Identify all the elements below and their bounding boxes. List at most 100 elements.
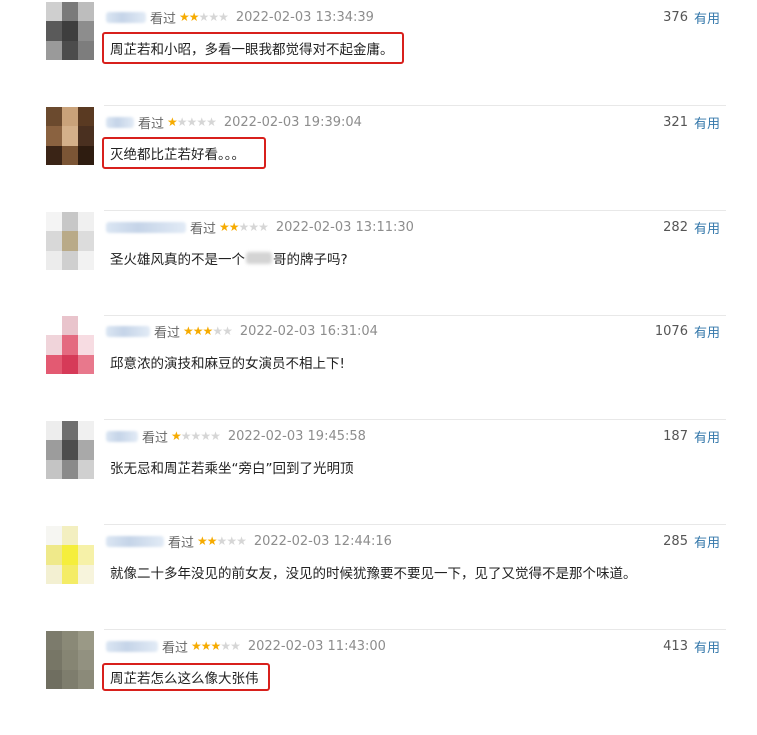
- username-blurred[interactable]: [106, 116, 134, 128]
- comment-text-part: 圣火雄风真的不是一个: [110, 252, 245, 268]
- star-filled-icon: ★: [179, 10, 190, 24]
- review-time: 2022-02-03 13:34:39: [235, 9, 374, 25]
- star-empty-icon: ★: [238, 220, 250, 234]
- review-meta: 看过 ★ ★ ★ ★ ★ 2022-02-03 19:45:58: [106, 427, 366, 446]
- review-meta: 看过 ★ ★ ★ ★ ★ 2022-02-03 11:43:00: [106, 637, 386, 656]
- star-empty-icon: ★: [208, 10, 219, 24]
- star-empty-icon: ★: [216, 534, 228, 548]
- star-filled-icon: ★: [191, 639, 202, 653]
- username-blurred[interactable]: [106, 430, 138, 442]
- rating-stars: ★ ★ ★ ★ ★: [197, 534, 247, 548]
- star-empty-icon: ★: [212, 324, 223, 338]
- star-filled-icon: ★: [171, 429, 182, 443]
- vote-count: 413: [663, 638, 688, 654]
- review-time: 2022-02-03 19:39:04: [223, 114, 362, 130]
- vote-count: 376: [663, 9, 688, 25]
- star-empty-icon: ★: [248, 220, 259, 234]
- avatar[interactable]: [46, 421, 94, 479]
- star-empty-icon: ★: [200, 429, 211, 443]
- watched-label: 看过: [154, 325, 181, 341]
- avatar[interactable]: [46, 316, 94, 374]
- review-meta: 看过 ★ ★ ★ ★ ★ 2022-02-03 16:31:04: [106, 322, 378, 341]
- star-filled-icon: ★: [197, 534, 208, 548]
- review-time: 2022-02-03 16:31:04: [239, 323, 378, 339]
- star-filled-icon: ★: [183, 324, 194, 338]
- star-filled-icon: ★: [167, 115, 178, 129]
- useful-button[interactable]: 有用: [694, 8, 720, 27]
- useful-votes: 282 有用: [663, 218, 720, 237]
- avatar[interactable]: [46, 631, 94, 689]
- useful-votes: 413 有用: [663, 637, 720, 656]
- avatar[interactable]: [46, 526, 94, 584]
- username-blurred[interactable]: [106, 535, 164, 547]
- star-empty-icon: ★: [226, 534, 237, 548]
- star-filled-icon: ★: [202, 324, 214, 338]
- vote-count: 321: [663, 114, 688, 130]
- star-empty-icon: ★: [222, 324, 233, 338]
- useful-votes: 321 有用: [663, 113, 720, 132]
- review-item: 看过 ★ ★ ★ ★ ★ 2022-02-03 13:11:30 282 有用 …: [46, 212, 726, 316]
- comment-text: 周芷若怎么这么像大张伟: [110, 671, 259, 687]
- star-empty-icon: ★: [190, 429, 202, 443]
- star-empty-icon: ★: [220, 639, 231, 653]
- username-blurred[interactable]: [106, 640, 158, 652]
- star-empty-icon: ★: [210, 429, 221, 443]
- vote-count: 1076: [654, 323, 688, 339]
- review-time: 2022-02-03 12:44:16: [253, 533, 392, 549]
- comment-box: 圣火雄风真的不是一个 哥的牌子吗?: [102, 242, 356, 274]
- rating-stars: ★ ★ ★ ★ ★: [191, 639, 241, 653]
- star-empty-icon: ★: [206, 115, 217, 129]
- star-empty-icon: ★: [236, 534, 247, 548]
- watched-label: 看过: [190, 221, 217, 237]
- watched-label: 看过: [142, 430, 169, 446]
- star-empty-icon: ★: [198, 10, 210, 24]
- review-meta: 看过 ★ ★ ★ ★ ★ 2022-02-03 13:11:30: [106, 218, 414, 237]
- review-item: 看过 ★ ★ ★ ★ ★ 2022-02-03 12:44:16 285 有用 …: [46, 526, 726, 630]
- useful-button[interactable]: 有用: [694, 218, 720, 237]
- review-meta: 看过 ★ ★ ★ ★ ★ 2022-02-03 13:34:39: [106, 8, 374, 27]
- star-filled-icon: ★: [188, 10, 200, 24]
- star-empty-icon: ★: [258, 220, 269, 234]
- username-blurred[interactable]: [106, 11, 146, 23]
- username-blurred[interactable]: [106, 221, 186, 233]
- useful-votes: 285 有用: [663, 532, 720, 551]
- useful-button[interactable]: 有用: [694, 113, 720, 132]
- useful-votes: 1076 有用: [654, 322, 720, 341]
- review-item: 看过 ★ ★ ★ ★ ★ 2022-02-03 16:31:04 1076 有用…: [46, 316, 726, 420]
- comment-text: 就像二十多年没见的前女友，没见的时候犹豫要不要见一下，见了又觉得不是那个味道。: [110, 566, 637, 582]
- avatar[interactable]: [46, 2, 94, 60]
- comment-text-highlighted: 灭绝都比芷若好看。。。: [102, 137, 266, 169]
- rating-stars: ★ ★ ★ ★ ★: [219, 220, 269, 234]
- watched-label: 看过: [168, 535, 195, 551]
- star-empty-icon: ★: [180, 429, 192, 443]
- vote-count: 282: [663, 219, 688, 235]
- username-blurred[interactable]: [106, 325, 150, 337]
- review-meta: 看过 ★ ★ ★ ★ ★ 2022-02-03 12:44:16: [106, 532, 392, 551]
- star-filled-icon: ★: [200, 639, 212, 653]
- star-filled-icon: ★: [206, 534, 218, 548]
- watched-label: 看过: [138, 116, 165, 132]
- avatar[interactable]: [46, 212, 94, 270]
- watched-label: 看过: [162, 640, 189, 656]
- star-filled-icon: ★: [210, 639, 222, 653]
- comment-text-highlighted: 周芷若和小昭，多看一眼我都觉得对不起金庸。: [102, 32, 404, 64]
- star-empty-icon: ★: [230, 639, 241, 653]
- star-empty-icon: ★: [176, 115, 188, 129]
- star-empty-icon: ★: [186, 115, 198, 129]
- useful-button[interactable]: 有用: [694, 322, 720, 341]
- comment-text: 张无忌和周芷若乘坐“旁白”回到了光明顶: [110, 461, 354, 477]
- watched-label: 看过: [150, 11, 177, 27]
- useful-button[interactable]: 有用: [694, 637, 720, 656]
- comment-box: 就像二十多年没见的前女友，没见的时候犹豫要不要见一下，见了又觉得不是那个味道。: [102, 556, 645, 588]
- review-item: 看过 ★ ★ ★ ★ ★ 2022-02-03 11:43:00 413 有用 …: [46, 631, 726, 735]
- review-item: 看过 ★ ★ ★ ★ ★ 2022-02-03 13:34:39 376 有用 …: [46, 2, 726, 106]
- review-time: 2022-02-03 19:45:58: [227, 428, 366, 444]
- comment-text-part: 哥的牌子吗?: [273, 252, 348, 268]
- useful-votes: 376 有用: [663, 8, 720, 27]
- useful-button[interactable]: 有用: [694, 427, 720, 446]
- useful-button[interactable]: 有用: [694, 532, 720, 551]
- star-empty-icon: ★: [218, 10, 229, 24]
- rating-stars: ★ ★ ★ ★ ★: [179, 10, 229, 24]
- avatar[interactable]: [46, 107, 94, 165]
- star-filled-icon: ★: [192, 324, 204, 338]
